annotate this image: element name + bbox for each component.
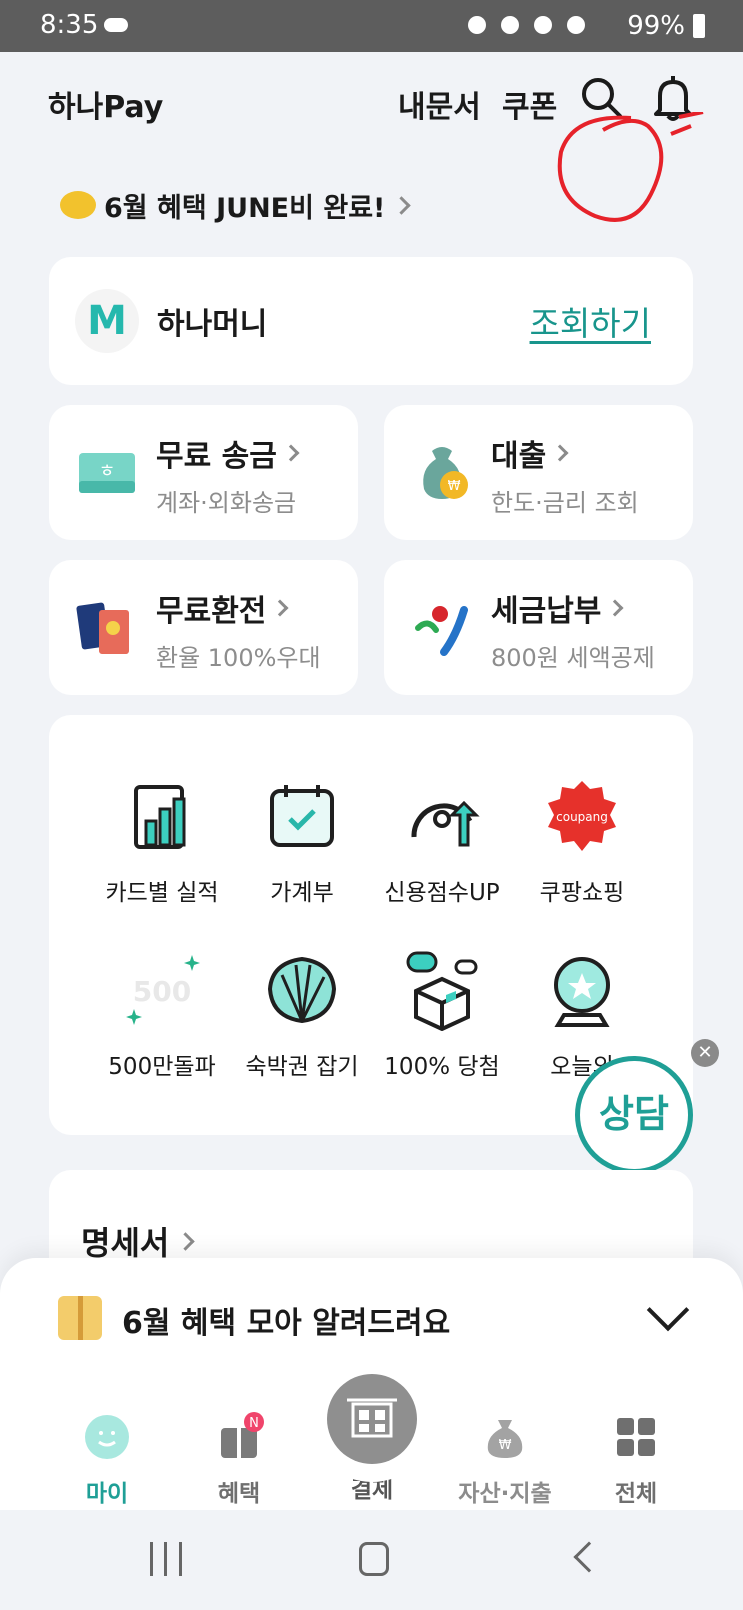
tab-my[interactable]: 마이 [42, 1412, 172, 1508]
tab-benefits[interactable]: N 혜택 [174, 1412, 304, 1508]
money-bag-icon: ₩ [423, 447, 468, 499]
currency-exchange-card[interactable]: 무료환전 환율 100%우대 [49, 560, 358, 695]
card-performance-label: 카드별 실적 [105, 880, 219, 906]
mystery-box-icon [406, 951, 478, 1032]
gift-box-icon: N [221, 1412, 264, 1458]
grid-icon [617, 1418, 655, 1456]
hana-money-title: 하나머니 [157, 307, 268, 342]
wifi-icon [534, 16, 553, 34]
chevron-right-icon [282, 444, 300, 462]
cards-icon [76, 602, 129, 654]
chevron-right-icon [176, 1231, 196, 1251]
coupang-shopping-label: 쿠팡쇼핑 [539, 880, 625, 906]
benefits-sheet-text: 6월 혜택 모아 알려드려요 [122, 1306, 451, 1341]
loan-title: 대출 [491, 431, 569, 475]
status-time: 8:35 [40, 10, 99, 40]
lemon-icon [60, 191, 96, 219]
tab-all[interactable]: 전체 [571, 1412, 701, 1508]
chevron-right-icon [551, 444, 569, 462]
government-emblem-icon [415, 606, 468, 656]
chevron-right-icon [271, 599, 289, 617]
hana-money-card[interactable]: M 하나머니 조회하기 [49, 257, 693, 385]
credit-score-menu[interactable]: 신용점수UP [367, 777, 517, 907]
pay-circle [327, 1374, 417, 1464]
system-navigation-bar [0, 1510, 743, 1610]
battery-percent: 99% [627, 11, 685, 41]
credit-score-label: 신용점수UP [384, 880, 500, 906]
my-documents-link[interactable]: 내문서 [398, 82, 481, 126]
new-badge: N [249, 1416, 259, 1431]
household-ledger-menu[interactable]: 가계부 [227, 777, 377, 907]
back-button[interactable] [573, 1541, 605, 1573]
tax-payment-subtitle: 800원 세액공제 [491, 644, 655, 672]
smile-face-icon [85, 1415, 129, 1459]
chevron-right-icon [606, 599, 624, 617]
five-million-label: 500만돌파 [108, 1054, 216, 1080]
calendar-check-icon [270, 785, 334, 847]
card-performance-menu[interactable]: 카드별 실적 [87, 777, 237, 907]
home-button[interactable] [359, 1542, 389, 1576]
bar-chart-icon [134, 785, 186, 849]
promo-banner[interactable]: 6월 혜택 JUNE비 완료! [60, 185, 412, 225]
status-bar: 8:35 99% [0, 0, 743, 52]
free-transfer-title: 무료 송금 [156, 431, 300, 475]
tab-all-label: 전체 [614, 1481, 658, 1507]
tab-assets[interactable]: ₩ 자산·지출 [440, 1412, 570, 1508]
gift-icon [58, 1296, 102, 1340]
free-transfer-card[interactable]: ㅎ 무료 송금 계좌·외화송금 [49, 405, 358, 540]
accommodation-voucher-menu[interactable]: 숙박권 잡기 [227, 951, 377, 1081]
red-annotation-circle [557, 112, 704, 222]
tab-assets-label: 자산·지출 [458, 1481, 552, 1507]
coupang-shopping-menu[interactable]: coupang 쿠팡쇼핑 [507, 777, 657, 907]
view-balance-link[interactable]: 조회하기 [530, 297, 651, 345]
coupon-link[interactable]: 쿠폰 [502, 82, 557, 126]
top-navigation: 하나Pay 내문서 쿠폰 [0, 52, 743, 222]
svg-text:ㅎ: ㅎ [99, 461, 116, 482]
pay-button[interactable] [309, 1356, 435, 1482]
tab-benefits-label: 혜택 [217, 1481, 261, 1507]
hana-money-logo: M [75, 289, 139, 353]
alarm-icon [468, 16, 486, 34]
app-brand: 하나Pay [48, 90, 164, 125]
wallet-icon: ㅎ [79, 453, 135, 493]
loan-subtitle: 한도·금리 조회 [491, 489, 639, 517]
chevron-down-icon[interactable] [646, 1288, 690, 1332]
tax-payment-title: 세금납부 [491, 586, 624, 630]
accommodation-voucher-label: 숙박권 잡기 [245, 1054, 359, 1080]
money-bag-icon: ₩ [487, 1420, 523, 1458]
status-icons [468, 16, 595, 38]
five-million-menu[interactable]: 500 500만돌파 [87, 951, 237, 1081]
shell-icon [267, 956, 337, 1024]
currency-exchange-title: 무료환전 [156, 586, 289, 630]
close-consult-button[interactable]: ✕ [691, 1039, 719, 1067]
gauge-icon [411, 800, 480, 847]
promo-text: 6월 혜택 JUNE비 완료! [104, 192, 386, 224]
coupang-logo-icon: coupang [548, 781, 616, 851]
crystal-ball-icon [554, 957, 610, 1027]
500-badge-icon: 500 [126, 955, 200, 1025]
guaranteed-win-label: 100% 당첨 [384, 1054, 500, 1080]
household-ledger-label: 가계부 [270, 880, 334, 906]
svg-text:₩: ₩ [448, 479, 461, 494]
free-transfer-subtitle: 계좌·외화송금 [156, 489, 297, 517]
loan-card[interactable]: ₩ 대출 한도·금리 조회 [384, 405, 693, 540]
tax-payment-card[interactable]: 세금납부 800원 세액공제 [384, 560, 693, 695]
recents-button[interactable] [150, 1542, 182, 1576]
coupang-logo-text: coupang [556, 810, 608, 824]
consult-button[interactable]: 상담 [575, 1056, 693, 1174]
currency-exchange-subtitle: 환율 100%우대 [156, 644, 321, 672]
battery-icon [693, 14, 705, 38]
qr-code-icon [347, 1398, 397, 1438]
svg-text:₩: ₩ [499, 1438, 512, 1453]
cloud-icon [104, 18, 128, 32]
signal-icon [567, 16, 586, 34]
chevron-right-icon [392, 195, 412, 215]
mute-icon [501, 16, 520, 34]
guaranteed-win-menu[interactable]: 100% 당첨 [367, 951, 517, 1081]
500-badge-text: 500 [133, 975, 191, 1008]
tab-my-label: 마이 [85, 1481, 129, 1507]
